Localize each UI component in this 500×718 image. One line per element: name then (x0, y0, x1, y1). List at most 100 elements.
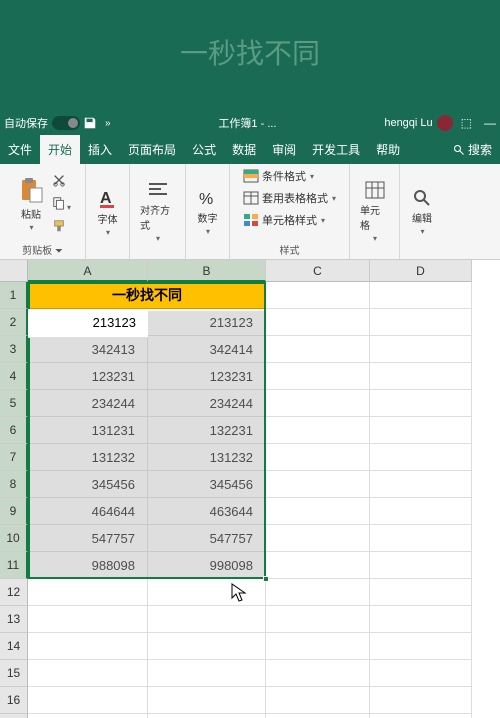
cell-A10[interactable]: 547757 (28, 525, 148, 552)
tab-insert[interactable]: 插入 (80, 135, 120, 164)
cell-C9[interactable] (266, 498, 370, 525)
cell-empty[interactable] (370, 579, 472, 606)
copy-icon[interactable]: ▾ (52, 196, 71, 213)
cell-B10[interactable]: 547757 (148, 525, 266, 552)
conditional-format-button[interactable]: 条件格式▾ (243, 168, 314, 184)
cell-empty[interactable] (148, 660, 266, 687)
font-button[interactable]: A 字体 ▾ (94, 183, 122, 241)
tab-help[interactable]: 帮助 (368, 135, 408, 164)
tab-data[interactable]: 数据 (224, 135, 264, 164)
cell-B11[interactable]: 998098 (148, 552, 266, 579)
col-header-A[interactable]: A (28, 260, 148, 282)
row-header-3[interactable]: 3 (0, 336, 28, 363)
cell-A8[interactable]: 345456 (28, 471, 148, 498)
paste-button[interactable]: 粘贴 ▾ (14, 172, 48, 236)
autosave-toggle[interactable]: 自动保存 关 (4, 115, 75, 131)
row-header-8[interactable]: 8 (0, 471, 28, 498)
cell-B2[interactable]: 213123 (148, 309, 266, 336)
cell-empty[interactable] (148, 714, 266, 718)
cell-A3[interactable]: 342413 (28, 336, 148, 363)
cell-C10[interactable] (266, 525, 370, 552)
grid[interactable]: ABCD1一秒找不同221312321312333424133424144123… (0, 260, 500, 718)
tab-home[interactable]: 开始 (40, 135, 80, 164)
cell-B5[interactable]: 234244 (148, 390, 266, 417)
cell-D1[interactable] (370, 282, 472, 309)
cell-D3[interactable] (370, 336, 472, 363)
alignment-button[interactable]: 对齐方式 ▾ (136, 176, 179, 247)
row-header-1[interactable]: 1 (0, 282, 28, 309)
cell-D6[interactable] (370, 417, 472, 444)
cell-B9[interactable]: 463644 (148, 498, 266, 525)
cell-A11[interactable]: 988098 (28, 552, 148, 579)
cell-empty[interactable] (370, 687, 472, 714)
merged-title-cell[interactable]: 一秒找不同 (28, 282, 266, 309)
tab-formulas[interactable]: 公式 (184, 135, 224, 164)
cell-A2[interactable]: 213123 (28, 309, 148, 336)
cell-empty[interactable] (266, 687, 370, 714)
cell-C2[interactable] (266, 309, 370, 336)
cell-D7[interactable] (370, 444, 472, 471)
cell-empty[interactable] (370, 714, 472, 718)
col-header-B[interactable]: B (148, 260, 266, 282)
row-header-2[interactable]: 2 (0, 309, 28, 336)
cell-empty[interactable] (148, 687, 266, 714)
col-header-D[interactable]: D (370, 260, 472, 282)
cell-empty[interactable] (148, 606, 266, 633)
cell-empty[interactable] (266, 579, 370, 606)
cell-D9[interactable] (370, 498, 472, 525)
cell-D2[interactable] (370, 309, 472, 336)
cell-C6[interactable] (266, 417, 370, 444)
tab-developer[interactable]: 开发工具 (304, 135, 368, 164)
cell-empty[interactable] (28, 633, 148, 660)
cell-C4[interactable] (266, 363, 370, 390)
row-header-17[interactable]: 17 (0, 714, 28, 718)
toggle-switch[interactable] (52, 116, 80, 130)
sheet-area[interactable]: ABCD1一秒找不同221312321312333424133424144123… (0, 260, 500, 718)
row-header-6[interactable]: 6 (0, 417, 28, 444)
cell-empty[interactable] (266, 714, 370, 718)
cell-A7[interactable]: 131232 (28, 444, 148, 471)
cell-A6[interactable]: 131231 (28, 417, 148, 444)
cell-B7[interactable]: 131232 (148, 444, 266, 471)
row-header-5[interactable]: 5 (0, 390, 28, 417)
tab-review[interactable]: 审阅 (264, 135, 304, 164)
cell-empty[interactable] (28, 714, 148, 718)
cell-C7[interactable] (266, 444, 370, 471)
cell-C3[interactable] (266, 336, 370, 363)
cell-empty[interactable] (28, 579, 148, 606)
cell-A9[interactable]: 464644 (28, 498, 148, 525)
table-format-button[interactable]: 套用表格格式▾ (243, 190, 336, 206)
row-header-16[interactable]: 16 (0, 687, 28, 714)
number-button[interactable]: % 数字 ▾ (194, 184, 222, 240)
cell-C11[interactable] (266, 552, 370, 579)
cut-icon[interactable] (52, 173, 71, 190)
cell-empty[interactable] (28, 660, 148, 687)
cell-empty[interactable] (266, 633, 370, 660)
row-header-9[interactable]: 9 (0, 498, 28, 525)
tab-search[interactable]: 搜索 (445, 135, 500, 164)
cell-D8[interactable] (370, 471, 472, 498)
cell-C8[interactable] (266, 471, 370, 498)
col-header-C[interactable]: C (266, 260, 370, 282)
cell-empty[interactable] (370, 660, 472, 687)
cell-empty[interactable] (148, 579, 266, 606)
cell-C1[interactable] (266, 282, 370, 309)
cell-A4[interactable]: 123231 (28, 363, 148, 390)
row-header-14[interactable]: 14 (0, 633, 28, 660)
cell-D11[interactable] (370, 552, 472, 579)
row-header-11[interactable]: 11 (0, 552, 28, 579)
editing-button[interactable]: 编辑 ▾ (408, 184, 436, 240)
minimize-icon[interactable]: — (484, 116, 496, 130)
cell-D10[interactable] (370, 525, 472, 552)
cell-style-button[interactable]: 单元格样式▾ (243, 212, 325, 228)
cell-A5[interactable]: 234244 (28, 390, 148, 417)
cell-empty[interactable] (370, 606, 472, 633)
cell-empty[interactable] (266, 660, 370, 687)
cell-B3[interactable]: 342414 (148, 336, 266, 363)
row-header-12[interactable]: 12 (0, 579, 28, 606)
user-section[interactable]: hengqi Lu (384, 115, 452, 131)
cell-D5[interactable] (370, 390, 472, 417)
ribbon-display-icon[interactable]: ⬚ (461, 116, 472, 130)
format-painter-icon[interactable] (52, 219, 71, 236)
tab-file[interactable]: 文件 (0, 135, 40, 164)
